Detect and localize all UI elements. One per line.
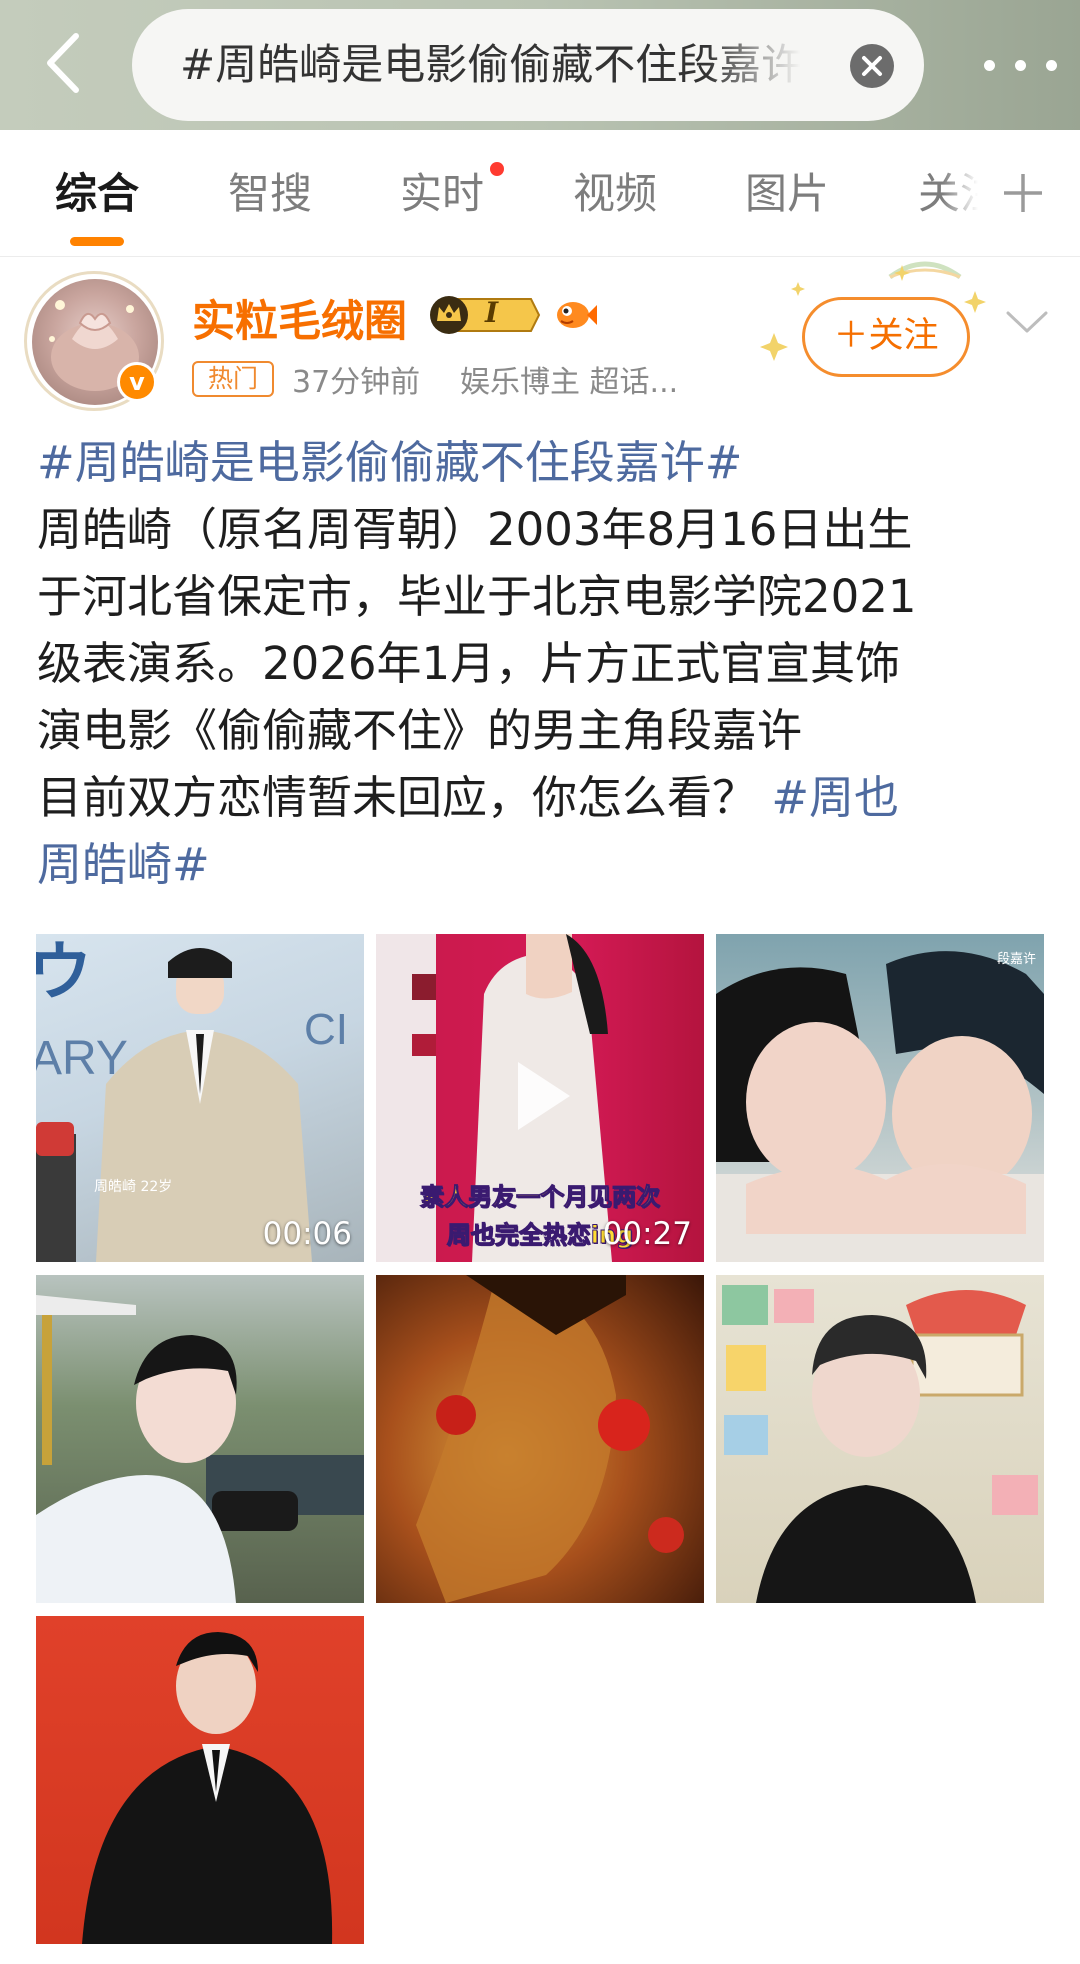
tab-bar: 综合 智搜 实时 视频 图片 关注 (0, 130, 1080, 257)
more-options-icon[interactable] (978, 40, 1064, 90)
search-input[interactable]: #周皓崎是电影偷偷藏不住段嘉许# (132, 9, 924, 121)
tab-following[interactable]: 关注 (918, 130, 978, 256)
author-name[interactable]: 实粒毛绒圈 (192, 287, 407, 349)
level-number: I (485, 296, 499, 329)
follow-button[interactable]: ＋关注 (802, 297, 970, 377)
add-tab-icon[interactable] (1000, 170, 1046, 216)
svg-text:CI: CI (304, 1005, 348, 1054)
image-thumbnail[interactable] (716, 1275, 1044, 1603)
image-caption: 段嘉许 (996, 952, 1036, 967)
hot-tag: 热门 (192, 361, 274, 397)
video-duration: 00:06 (262, 1216, 352, 1252)
post-time: 37分钟前 (292, 365, 421, 400)
post-text-line: 级表演系。2026年1月，片方正式官宣其饰 (37, 637, 901, 690)
tab-smart-search[interactable]: 智搜 (228, 130, 312, 256)
tab-realtime[interactable]: 实时 (400, 130, 484, 256)
back-arrow-icon[interactable] (38, 28, 94, 98)
image-thumbnail[interactable] (36, 1275, 364, 1603)
tab-images[interactable]: 图片 (745, 130, 829, 256)
post-text-line: 于河北省保定市，毕业于北京电影学院2021 (37, 570, 917, 623)
post-card: v 实粒毛绒圈 I 热门 37分钟前 娱乐博主 超话... ＋关注 #周皓崎是电… (0, 257, 1080, 1964)
verified-badge-icon: v (117, 362, 157, 402)
video-caption-line: 素人男友一个月见两次 (420, 1183, 661, 1212)
image-thumbnail[interactable]: 段嘉许 (716, 934, 1044, 1262)
post-text-line: 目前双方恋情暂未回应，你怎么看？ (37, 771, 758, 824)
video-thumbnail[interactable]: ウ ARY CI 周皓崎 22岁 00:06 (36, 934, 364, 1262)
post-text-line: 演电影《偷偷藏不住》的男主角段嘉许 (37, 704, 803, 757)
search-query: #周皓崎是电影偷偷藏不住段嘉许# (180, 40, 800, 89)
member-level-badge: I (427, 293, 541, 337)
video-duration: 00:27 (602, 1216, 692, 1252)
clear-icon[interactable] (850, 44, 894, 88)
top-header: #周皓崎是电影偷偷藏不住段嘉许# (0, 0, 1080, 130)
notification-dot (490, 162, 504, 176)
svg-text:ウ: ウ (36, 936, 92, 1008)
chevron-down-icon[interactable] (1002, 301, 1052, 345)
image-thumbnail[interactable] (376, 1275, 704, 1603)
play-icon (506, 1056, 576, 1136)
hashtag-link[interactable]: #周也 (771, 771, 899, 824)
post-source[interactable]: 娱乐博主 超话... (460, 357, 678, 401)
active-tab-indicator (70, 237, 124, 246)
post-body: #周皓崎是电影偷偷藏不住段嘉许# 周皓崎（原名周胥朝）2003年8月16日出生 … (37, 429, 1047, 898)
image-thumbnail[interactable] (36, 1616, 364, 1944)
tab-video[interactable]: 视频 (573, 130, 657, 256)
hashtag-link[interactable]: 周皓崎# (37, 838, 210, 891)
video-thumbnail[interactable]: 素人男友一个月见两次 周也完全热恋ing 00:27 (376, 934, 704, 1262)
fish-emoji-icon (553, 295, 597, 335)
post-text-line: 周皓崎（原名周胥朝）2003年8月16日出生 (37, 503, 913, 556)
hashtag-link[interactable]: #周皓崎是电影偷偷藏不住段嘉许# (37, 436, 742, 489)
